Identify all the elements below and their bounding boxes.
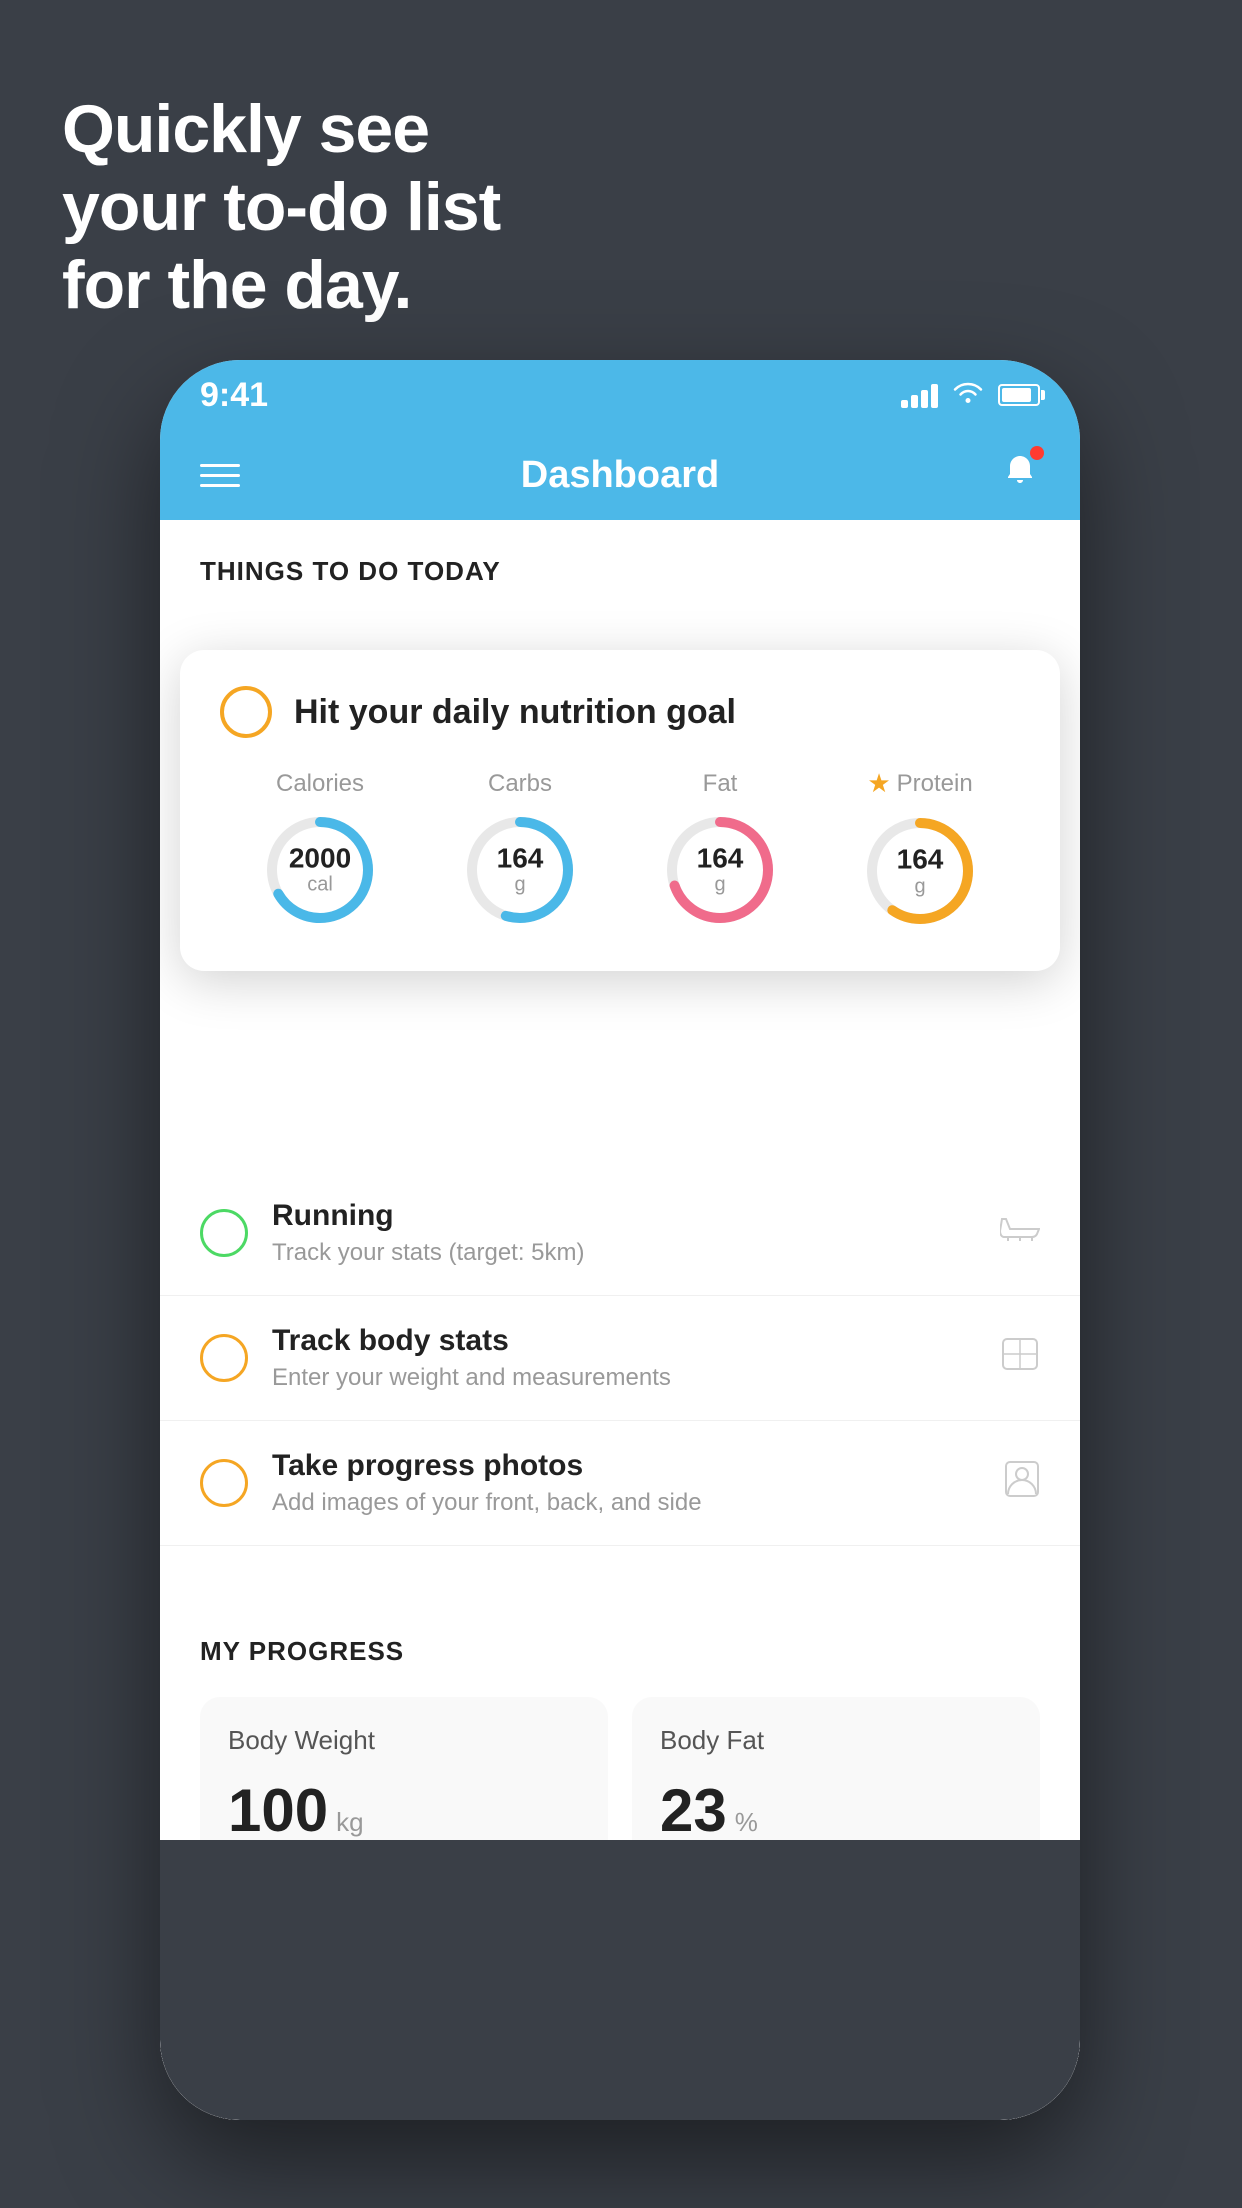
todo-circle-photos: [200, 1459, 248, 1507]
nutrient-fat: Fat 164 g: [660, 770, 780, 930]
todo-title-photos: Take progress photos: [272, 1449, 980, 1483]
signal-bars-icon: [901, 382, 938, 408]
phone-frame: 9:41: [160, 360, 1080, 2120]
status-bar: 9:41: [160, 360, 1080, 430]
weight-card-title: Body Weight: [228, 1725, 580, 1756]
status-time: 9:41: [200, 376, 268, 415]
card-header: Hit your daily nutrition goal: [220, 686, 1020, 738]
card-title: Hit your daily nutrition goal: [294, 693, 736, 732]
todo-subtitle-photos: Add images of your front, back, and side: [272, 1489, 980, 1517]
hero-text: Quickly see your to-do list for the day.: [62, 90, 500, 325]
fat-value: 164: [697, 843, 744, 874]
person-icon: [1004, 1460, 1040, 1507]
weight-unit: kg: [336, 1807, 363, 1838]
calories-label: Calories: [276, 770, 364, 798]
hero-line1: Quickly see: [62, 90, 500, 168]
hamburger-menu[interactable]: [200, 464, 240, 487]
bell-icon[interactable]: [1000, 450, 1040, 500]
things-section-title: THINGS TO DO TODAY: [200, 556, 1040, 587]
things-header: THINGS TO DO TODAY: [160, 520, 1080, 611]
todo-subtitle-body-stats: Enter your weight and measurements: [272, 1364, 976, 1392]
nutrient-protein: ★ Protein 164 g: [860, 768, 980, 931]
nutrient-calories: Calories 2000 cal: [260, 770, 380, 930]
nav-title: Dashboard: [521, 454, 719, 497]
fat-unit: %: [735, 1807, 758, 1838]
carbs-label: Carbs: [488, 770, 552, 798]
protein-label: ★ Protein: [867, 768, 972, 799]
todo-circle-nutrition: [220, 686, 272, 738]
todo-text-photos: Take progress photos Add images of your …: [272, 1449, 980, 1517]
carbs-value: 164: [497, 843, 544, 874]
fat-value-row: 23 %: [660, 1776, 1012, 1845]
calories-value: 2000: [289, 843, 351, 874]
fat-unit: g: [697, 874, 744, 896]
phone-dark-bottom: [160, 1840, 1080, 2120]
shoe-icon: [1000, 1211, 1040, 1256]
carbs-unit: g: [497, 874, 544, 896]
todo-circle-body-stats: [200, 1334, 248, 1382]
hero-line3: for the day.: [62, 246, 500, 324]
fat-ring: 164 g: [660, 810, 780, 930]
background: Quickly see your to-do list for the day.…: [0, 0, 1242, 2208]
protein-ring: 164 g: [860, 811, 980, 931]
todo-item-running[interactable]: Running Track your stats (target: 5km): [160, 1171, 1080, 1296]
nutrition-card[interactable]: Hit your daily nutrition goal Calories: [180, 650, 1060, 971]
fat-label: Fat: [703, 770, 738, 798]
hero-line2: your to-do list: [62, 168, 500, 246]
fat-card-title: Body Fat: [660, 1725, 1012, 1756]
status-icons: [901, 379, 1040, 411]
nutrition-circles: Calories 2000 cal: [220, 768, 1020, 931]
todo-title-running: Running: [272, 1199, 976, 1233]
todo-title-body-stats: Track body stats: [272, 1324, 976, 1358]
todo-subtitle-running: Track your stats (target: 5km): [272, 1239, 976, 1267]
notification-dot: [1030, 446, 1044, 460]
scale-icon: [1000, 1336, 1040, 1381]
protein-unit: g: [897, 875, 944, 897]
carbs-ring: 164 g: [460, 810, 580, 930]
progress-title: MY PROGRESS: [200, 1636, 1040, 1667]
nav-bar: Dashboard: [160, 430, 1080, 520]
todo-text-running: Running Track your stats (target: 5km): [272, 1199, 976, 1267]
todo-text-body-stats: Track body stats Enter your weight and m…: [272, 1324, 976, 1392]
battery-icon: [998, 384, 1040, 406]
todo-item-body-stats[interactable]: Track body stats Enter your weight and m…: [160, 1296, 1080, 1421]
calories-unit: cal: [289, 874, 351, 896]
wifi-icon: [952, 379, 984, 411]
weight-value-row: 100 kg: [228, 1776, 580, 1845]
fat-value: 23: [660, 1776, 727, 1845]
todo-item-photos[interactable]: Take progress photos Add images of your …: [160, 1421, 1080, 1546]
weight-value: 100: [228, 1776, 328, 1845]
calories-ring: 2000 cal: [260, 810, 380, 930]
nutrient-carbs: Carbs 164 g: [460, 770, 580, 930]
star-icon: ★: [867, 768, 890, 799]
todo-list: Running Track your stats (target: 5km): [160, 1171, 1080, 1546]
protein-value: 164: [897, 845, 944, 876]
todo-circle-running: [200, 1209, 248, 1257]
